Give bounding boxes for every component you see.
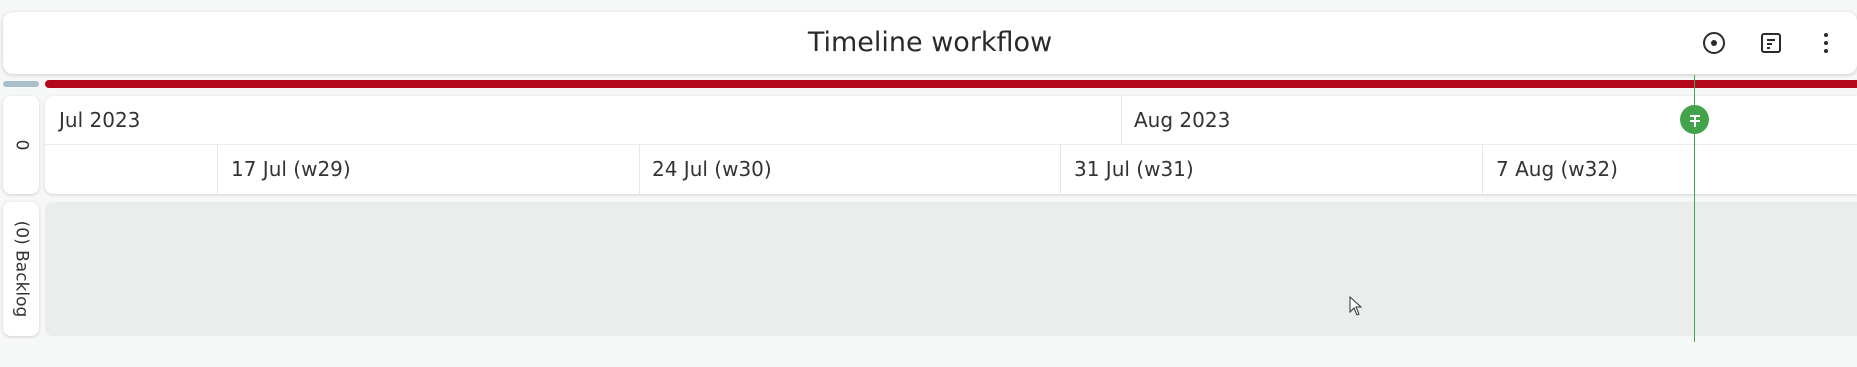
today-marker-button[interactable] (1680, 105, 1709, 134)
week-row: 17 Jul (w29) 24 Jul (w30) 31 Jul (w31) 7… (45, 145, 1857, 194)
today-marker-icon (1689, 114, 1700, 127)
month-label: Aug 2023 (1134, 108, 1231, 132)
app-header: Timeline workflow (3, 12, 1857, 74)
week-label: 7 Aug (w32) (1496, 157, 1618, 181)
lane-tab-backlog[interactable]: (0) Backlog (3, 202, 39, 336)
month-label: Jul 2023 (59, 108, 141, 132)
timeline-progress-bar (45, 80, 1857, 88)
lane-progress-bar (3, 81, 39, 87)
lane-tab-0[interactable]: 0 (3, 96, 39, 194)
week-label: 17 Jul (w29) (231, 157, 351, 181)
month-row: Jul 2023 Aug 2023 (45, 96, 1857, 145)
week-label: 31 Jul (w31) (1074, 157, 1194, 181)
week-divider (1482, 145, 1483, 194)
week-divider (639, 145, 640, 194)
week-divider (1060, 145, 1061, 194)
note-icon (1761, 33, 1781, 53)
focus-button[interactable] (1698, 27, 1730, 59)
week-divider (217, 145, 218, 194)
mouse-cursor-icon (1349, 296, 1363, 316)
more-vertical-icon (1824, 33, 1828, 53)
notes-button[interactable] (1755, 27, 1787, 59)
timeline-header: Jul 2023 Aug 2023 17 Jul (w29) 24 Jul (w… (45, 96, 1857, 194)
lane-tab-label: (0) Backlog (11, 220, 32, 318)
target-icon (1703, 32, 1725, 54)
month-divider (1121, 96, 1122, 145)
week-label: 24 Jul (w30) (652, 157, 772, 181)
more-menu-button[interactable] (1810, 27, 1842, 59)
page-title: Timeline workflow (807, 27, 1053, 58)
lane-tab-label: 0 (10, 139, 31, 151)
backlog-lane[interactable] (45, 202, 1857, 336)
